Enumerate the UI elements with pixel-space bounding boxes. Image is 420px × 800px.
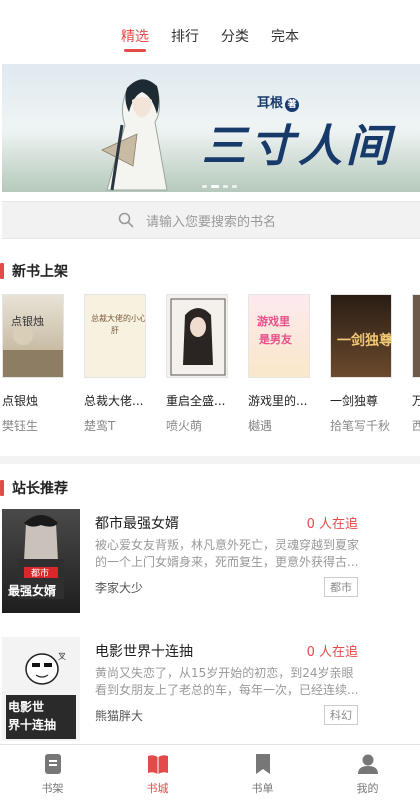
nav-label: 书架 bbox=[41, 782, 64, 795]
pager-dot bbox=[232, 185, 237, 188]
book-cover: 都市 最强女婿 bbox=[2, 509, 80, 613]
book-cover: 叉 电影世 界十连抽 bbox=[2, 637, 80, 741]
svg-text:是男友: 是男友 bbox=[258, 332, 292, 346]
book-author: 拾笔写千秋 bbox=[330, 419, 391, 433]
nav-label: 我的 bbox=[356, 782, 379, 795]
tab-featured[interactable]: 精选 bbox=[119, 26, 151, 46]
book-title: 重启全盛... bbox=[166, 394, 226, 408]
nav-bookstore[interactable]: 书城 bbox=[105, 745, 210, 800]
recommend-header: 站长推荐 bbox=[0, 478, 68, 498]
book-title: 一剑独尊 bbox=[330, 394, 379, 408]
pager-dot-active bbox=[211, 185, 219, 188]
banner-title: 三寸人间 bbox=[202, 121, 394, 172]
book-title: 电影世界十连抽 bbox=[95, 644, 193, 660]
promo-banner[interactable]: 耳根著 三寸人间 bbox=[2, 64, 420, 192]
tab-completed[interactable]: 完本 bbox=[269, 26, 301, 46]
new-book-item[interactable]: 重启全盛... 喷火萌 bbox=[166, 294, 236, 434]
svg-text:点银烛: 点银烛 bbox=[11, 314, 44, 328]
book-cover bbox=[166, 294, 228, 378]
nav-label: 书单 bbox=[251, 782, 274, 795]
new-book-item[interactable]: 总裁大佬的小心肝 总裁大佬... 楚鸾T bbox=[84, 294, 154, 434]
nav-booklist[interactable]: 书单 bbox=[210, 745, 315, 800]
search-placeholder: 请输入您要搜索的书名 bbox=[146, 214, 277, 230]
new-book-item[interactable]: 一剑独尊 一剑独尊 拾笔写千秋 bbox=[330, 294, 400, 434]
book-author: 喷火萌 bbox=[166, 419, 203, 433]
new-books-row: 点银烛 点银烛 樊钰生 总裁大佬的小心肝 总裁大佬... 楚鸾T 重启全盛...… bbox=[0, 294, 420, 434]
book-author: 樾遇 bbox=[248, 419, 273, 433]
book-title: 总裁大佬... bbox=[84, 394, 144, 408]
svg-text:都市: 都市 bbox=[31, 567, 49, 579]
bookshelf-icon bbox=[44, 754, 61, 774]
book-author: 楚鸾T bbox=[84, 419, 116, 433]
banner-pager-dots bbox=[202, 185, 237, 188]
section-accent-bar bbox=[0, 263, 4, 279]
bookstore-icon bbox=[147, 755, 168, 774]
reader-count: 0 人在追 bbox=[306, 645, 358, 660]
new-books-title: 新书上架 bbox=[12, 264, 68, 280]
tab-category[interactable]: 分类 bbox=[219, 26, 251, 46]
book-cover: 总裁大佬的小心肝 bbox=[84, 294, 146, 378]
book-description: 黄尚又失恋了，从15岁开始的初恋，到24岁亲眼看到女朋友上了老总的车，每年一次，… bbox=[95, 666, 359, 697]
search-bar[interactable]: 请输入您要搜索的书名 bbox=[2, 201, 420, 239]
recommend-book-item[interactable]: 叉 电影世 界十连抽 电影世界十连抽 0 人在追 黄尚又失恋了，从15岁开始的初… bbox=[0, 637, 420, 741]
svg-text:界十连抽: 界十连抽 bbox=[8, 717, 56, 732]
book-cover bbox=[412, 294, 420, 378]
svg-text:总裁大佬的小心: 总裁大佬的小心 bbox=[91, 313, 146, 323]
booklist-icon bbox=[255, 754, 270, 774]
svg-text:游戏里: 游戏里 bbox=[257, 314, 290, 328]
new-book-item[interactable]: 游戏里是男友 游戏里的... 樾遇 bbox=[248, 294, 318, 434]
svg-text:叉: 叉 bbox=[58, 652, 66, 661]
book-title: 点银烛 bbox=[2, 394, 39, 408]
new-book-item[interactable]: 万 西 bbox=[412, 294, 420, 434]
banner-author: 耳根著 bbox=[257, 92, 300, 112]
new-books-header: 新书上架 bbox=[0, 261, 68, 281]
nav-bookshelf[interactable]: 书架 bbox=[0, 745, 105, 800]
new-book-item[interactable]: 点银烛 点银烛 樊钰生 bbox=[2, 294, 72, 434]
book-description: 被心爱女友背叛，林凡意外死亡，灵魂穿越到夏家的一个上门女婿身来，死而复生，更意外… bbox=[95, 538, 360, 569]
tab-ranking[interactable]: 排行 bbox=[169, 26, 201, 46]
top-tab-bar: 精选 排行 分类 完本 bbox=[0, 0, 420, 62]
book-cover: 游戏里 是男友 bbox=[248, 294, 310, 378]
svg-text:最强女婿: 最强女婿 bbox=[8, 583, 56, 598]
profile-icon bbox=[357, 754, 378, 774]
genre-tag[interactable]: 科幻 bbox=[324, 705, 358, 725]
nav-profile[interactable]: 我的 bbox=[315, 745, 420, 800]
recommend-title: 站长推荐 bbox=[12, 481, 68, 497]
book-cover: 一剑独尊 bbox=[330, 294, 392, 378]
pager-dot bbox=[223, 185, 228, 188]
nav-label: 书城 bbox=[146, 782, 169, 795]
book-title: 都市最强女婿 bbox=[95, 516, 179, 532]
svg-text:电影世: 电影世 bbox=[8, 699, 44, 714]
book-author: 西 bbox=[412, 419, 420, 433]
search-icon bbox=[118, 212, 134, 228]
book-title: 游戏里的... bbox=[248, 394, 308, 408]
banner-character-illustration bbox=[101, 79, 168, 191]
pager-dot bbox=[202, 185, 207, 188]
reader-count: 0 人在追 bbox=[306, 517, 358, 532]
svg-text:一剑独尊: 一剑独尊 bbox=[337, 332, 392, 349]
book-author: 熊猫胖大 bbox=[95, 709, 144, 723]
book-title: 万 bbox=[412, 392, 420, 409]
book-author: 樊钰生 bbox=[2, 419, 39, 433]
section-accent-bar bbox=[0, 480, 4, 496]
section-divider bbox=[0, 456, 420, 464]
book-author: 李家大少 bbox=[95, 581, 144, 595]
bottom-nav: 书架 书城 书单 我的 bbox=[0, 744, 420, 800]
svg-text:肝: 肝 bbox=[111, 326, 119, 335]
genre-tag[interactable]: 都市 bbox=[324, 577, 358, 597]
banner-title-area: 耳根著 三寸人间 bbox=[202, 96, 412, 174]
recommend-book-item[interactable]: 都市 最强女婿 都市最强女婿 0 人在追 被心爱女友背叛，林凡意外死亡，灵魂穿越… bbox=[0, 509, 420, 613]
book-cover: 点银烛 bbox=[2, 294, 64, 378]
